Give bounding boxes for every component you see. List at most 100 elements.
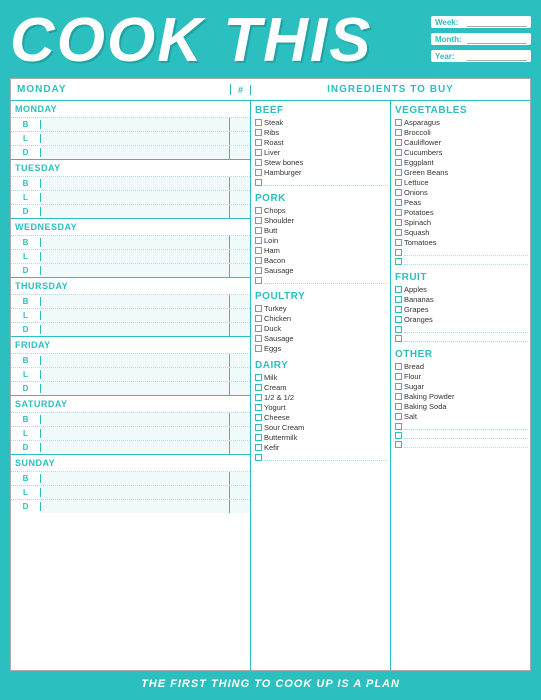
wednesday-b-input[interactable] [41,236,230,249]
dairy-blank-checkbox-1[interactable] [255,454,262,461]
tuesday-d-num[interactable] [230,205,250,218]
spinach-checkbox[interactable] [395,219,402,226]
duck-checkbox[interactable] [255,325,262,332]
friday-b-input[interactable] [41,354,230,367]
monday-d-input[interactable] [41,146,230,159]
onions-checkbox[interactable] [395,189,402,196]
salt-checkbox[interactable] [395,413,402,420]
monday-b-input[interactable] [41,118,230,131]
eggplant-checkbox[interactable] [395,159,402,166]
sunday-b-input[interactable] [41,472,230,485]
veg-blank-checkbox-2[interactable] [395,258,402,265]
monday-l-num[interactable] [230,132,250,145]
other-blank-checkbox-1[interactable] [395,423,402,430]
bread-checkbox[interactable] [395,363,402,370]
friday-l-num[interactable] [230,368,250,381]
sunday-d-num[interactable] [230,500,250,513]
friday-d-num[interactable] [230,382,250,395]
cucumbers-checkbox[interactable] [395,149,402,156]
thursday-l-input[interactable] [41,309,230,322]
ribs-checkbox[interactable] [255,129,262,136]
milk-checkbox[interactable] [255,374,262,381]
saturday-l-num[interactable] [230,427,250,440]
monday-d-num[interactable] [230,146,250,159]
wednesday-b-num[interactable] [230,236,250,249]
friday-l-input[interactable] [41,368,230,381]
bananas-checkbox[interactable] [395,296,402,303]
baking-soda-checkbox[interactable] [395,403,402,410]
roast-checkbox[interactable] [255,139,262,146]
thursday-b-input[interactable] [41,295,230,308]
sunday-d-input[interactable] [41,500,230,513]
squash-checkbox[interactable] [395,229,402,236]
saturday-d-num[interactable] [230,441,250,454]
cream-checkbox[interactable] [255,384,262,391]
buttermilk-checkbox[interactable] [255,434,262,441]
other-blank-checkbox-2[interactable] [395,432,402,439]
sugar-checkbox[interactable] [395,383,402,390]
kefir-checkbox[interactable] [255,444,262,451]
shoulder-checkbox[interactable] [255,217,262,224]
tuesday-b-input[interactable] [41,177,230,190]
grapes-checkbox[interactable] [395,306,402,313]
cheese-checkbox[interactable] [255,414,262,421]
thursday-l-num[interactable] [230,309,250,322]
steak-checkbox[interactable] [255,119,262,126]
wednesday-d-input[interactable] [41,264,230,277]
stew-bones-checkbox[interactable] [255,159,262,166]
fruit-blank-checkbox-1[interactable] [395,326,402,333]
sunday-l-input[interactable] [41,486,230,499]
sunday-b-num[interactable] [230,472,250,485]
cauliflower-checkbox[interactable] [395,139,402,146]
wednesday-l-input[interactable] [41,250,230,263]
fruit-blank-checkbox-2[interactable] [395,335,402,342]
asparagus-checkbox[interactable] [395,119,402,126]
liver-checkbox[interactable] [255,149,262,156]
sunday-l-num[interactable] [230,486,250,499]
peas-checkbox[interactable] [395,199,402,206]
tuesday-l-input[interactable] [41,191,230,204]
broccoli-checkbox[interactable] [395,129,402,136]
sour-cream-checkbox[interactable] [255,424,262,431]
butt-checkbox[interactable] [255,227,262,234]
bacon-checkbox[interactable] [255,257,262,264]
monday-l-input[interactable] [41,132,230,145]
wednesday-d-num[interactable] [230,264,250,277]
tomatoes-checkbox[interactable] [395,239,402,246]
tuesday-l-num[interactable] [230,191,250,204]
saturday-d-input[interactable] [41,441,230,454]
monday-b-num[interactable] [230,118,250,131]
yogurt-checkbox[interactable] [255,404,262,411]
year-input[interactable] [467,51,527,61]
turkey-checkbox[interactable] [255,305,262,312]
half-half-checkbox[interactable] [255,394,262,401]
hamburger-checkbox[interactable] [255,169,262,176]
ham-checkbox[interactable] [255,247,262,254]
friday-d-input[interactable] [41,382,230,395]
apples-checkbox[interactable] [395,286,402,293]
saturday-l-input[interactable] [41,427,230,440]
month-input[interactable] [467,34,527,44]
chops-checkbox[interactable] [255,207,262,214]
saturday-b-num[interactable] [230,413,250,426]
wednesday-l-num[interactable] [230,250,250,263]
sausage-poultry-checkbox[interactable] [255,335,262,342]
thursday-d-input[interactable] [41,323,230,336]
week-input[interactable] [467,17,527,27]
flour-checkbox[interactable] [395,373,402,380]
lettuce-checkbox[interactable] [395,179,402,186]
green-beans-checkbox[interactable] [395,169,402,176]
other-blank-checkbox-3[interactable] [395,441,402,448]
tuesday-b-num[interactable] [230,177,250,190]
potatoes-checkbox[interactable] [395,209,402,216]
oranges-checkbox[interactable] [395,316,402,323]
eggs-checkbox[interactable] [255,345,262,352]
tuesday-d-input[interactable] [41,205,230,218]
sausage-pork-checkbox[interactable] [255,267,262,274]
veg-blank-checkbox-1[interactable] [395,249,402,256]
thursday-b-num[interactable] [230,295,250,308]
friday-b-num[interactable] [230,354,250,367]
saturday-b-input[interactable] [41,413,230,426]
pork-blank-checkbox-1[interactable] [255,277,262,284]
loin-checkbox[interactable] [255,237,262,244]
